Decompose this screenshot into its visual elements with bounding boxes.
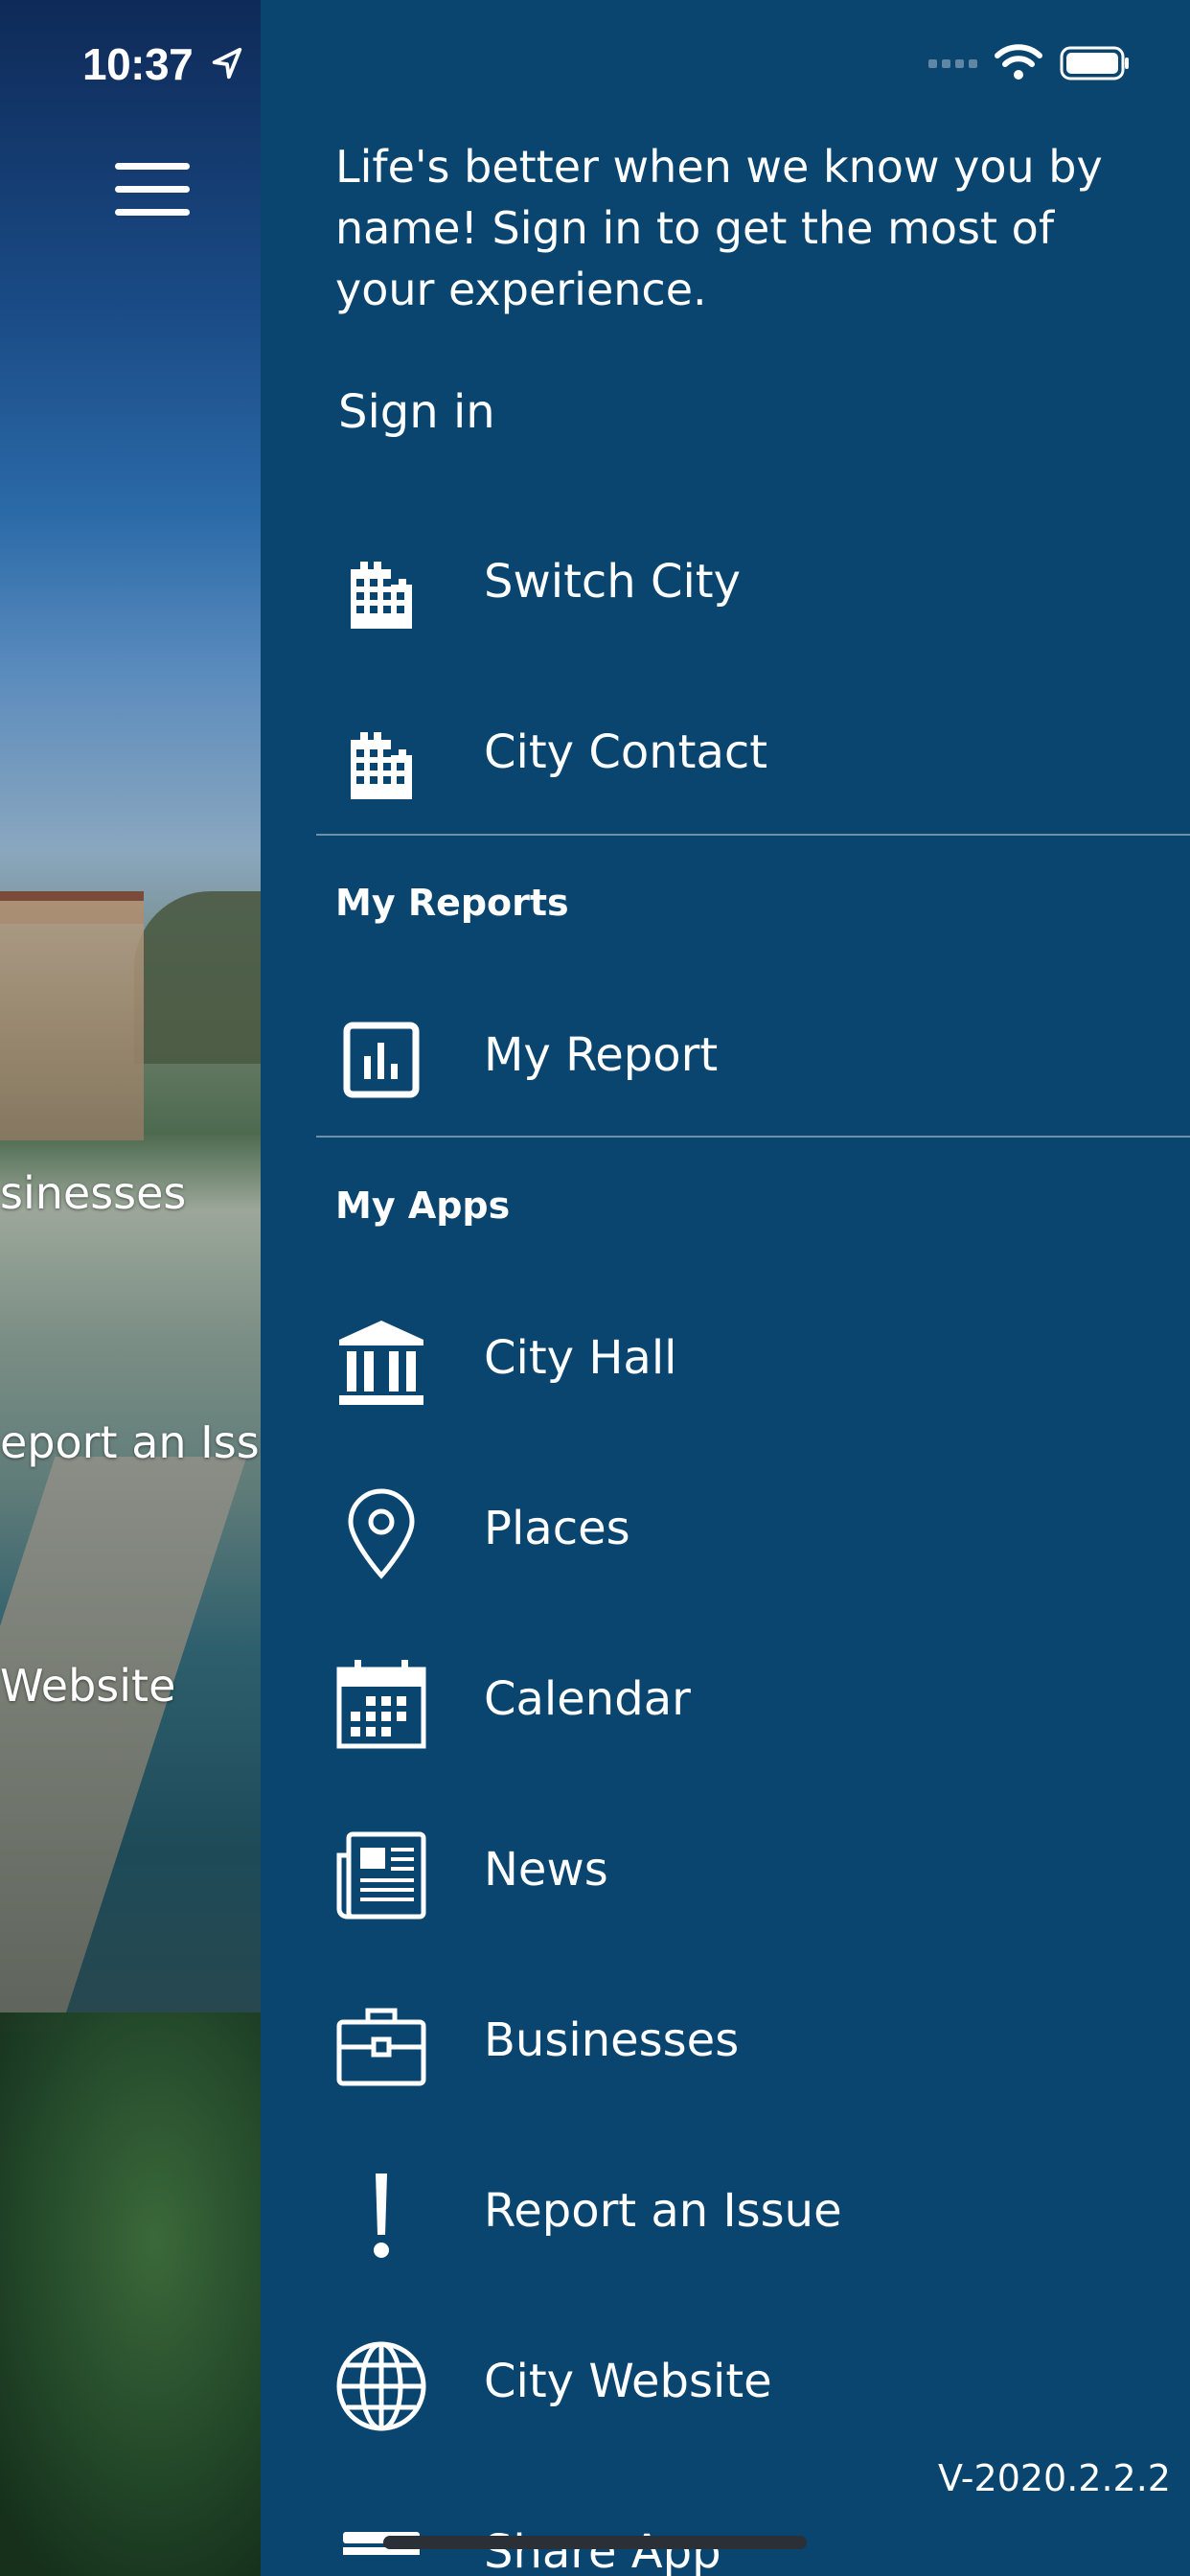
status-time: 10:37 [82, 39, 194, 89]
menu-item-label: My Report [484, 1028, 719, 1082]
menu-item-switch-city[interactable]: Switch City [261, 512, 1190, 646]
background-app: sinesses eport an Issu Website [0, 0, 261, 2576]
side-drawer: Life's better when we know you by name! … [261, 0, 1190, 2576]
menu-item-places[interactable]: Places [261, 1459, 1190, 1593]
background-label-website[interactable]: Website [0, 1660, 175, 1712]
city-hall-icon [339, 1321, 423, 1405]
newspaper-icon [336, 1831, 426, 1920]
building-icon [351, 562, 412, 629]
bar-chart-icon [343, 1022, 420, 1098]
cellular-signal-icon [928, 58, 977, 68]
exclamation-icon [374, 2174, 389, 2258]
menu-item-calendar[interactable]: Calendar [261, 1629, 1190, 1763]
section-title-my-reports: My Reports [335, 882, 569, 924]
menu-item-report-issue[interactable]: Report an Issue [261, 2141, 1190, 2275]
menu-item-label: Calendar [484, 1672, 691, 1726]
map-pin-icon [348, 1488, 415, 1579]
sign-in-link[interactable]: Sign in [338, 385, 495, 439]
menu-item-label: Report an Issue [484, 2184, 842, 2238]
menu-item-label: City Hall [484, 1331, 677, 1385]
background-pier [0, 1457, 247, 2032]
background-hill [134, 891, 261, 1064]
background-label-report-issue[interactable]: eport an Issu [0, 1416, 261, 1468]
menu-item-label: Places [484, 1502, 630, 1555]
background-label-businesses[interactable]: sinesses [0, 1167, 186, 1219]
menu-item-label: Businesses [484, 2013, 740, 2067]
menu-item-label: News [484, 1843, 608, 1897]
building-icon [351, 732, 412, 799]
calendar-icon [336, 1660, 426, 1749]
home-indicator[interactable] [383, 2536, 807, 2549]
menu-item-city-hall[interactable]: City Hall [261, 1288, 1190, 1422]
section-title-my-apps: My Apps [335, 1184, 511, 1227]
wifi-icon [995, 44, 1042, 80]
menu-item-label: City Contact [484, 725, 768, 779]
globe-icon [336, 2341, 426, 2431]
menu-item-news[interactable]: News [261, 1800, 1190, 1934]
app-version: V-2020.2.2.2 [938, 2457, 1171, 2499]
menu-item-label: Switch City [484, 555, 742, 609]
menu-item-my-report[interactable]: My Report [261, 985, 1190, 1119]
background-palm [0, 2012, 261, 2576]
menu-item-label: Share App [484, 2525, 721, 2576]
menu-item-businesses[interactable]: Businesses [261, 1970, 1190, 2104]
menu-item-city-website[interactable]: City Website [261, 2312, 1190, 2446]
location-arrow-icon [212, 47, 242, 80]
battery-icon [1060, 46, 1129, 80]
hamburger-menu-icon[interactable] [115, 163, 194, 220]
background-building [0, 901, 144, 1140]
status-indicators [928, 44, 1131, 82]
sign-in-prompt: Life's better when we know you by name! … [335, 141, 1103, 315]
menu-item-city-contact[interactable]: City Contact [261, 682, 1190, 816]
divider [316, 834, 1190, 836]
menu-item-label: City Website [484, 2355, 772, 2408]
briefcase-icon [336, 2008, 426, 2086]
divider [316, 1136, 1190, 1138]
